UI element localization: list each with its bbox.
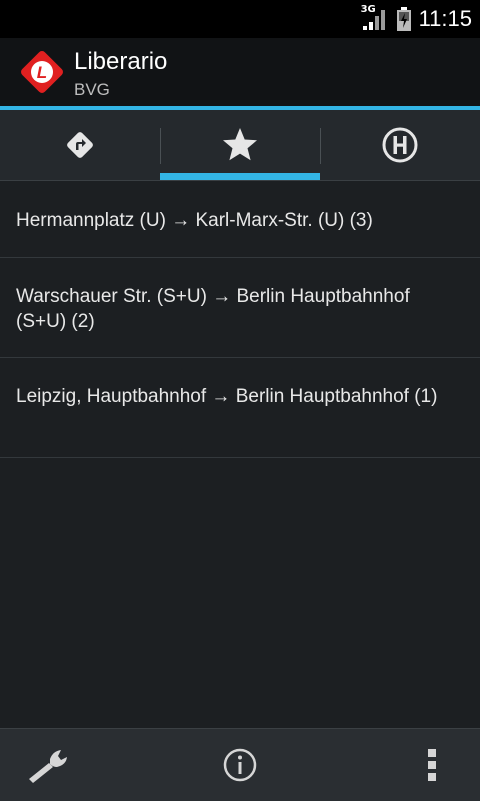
tab-bar <box>0 110 480 181</box>
signal-icon: 3G <box>360 4 389 32</box>
app-subtitle: BVG <box>74 80 110 99</box>
list-item[interactable]: Leipzig, Hauptbahnhof → Berlin Hauptbahn… <box>0 358 480 458</box>
list-item[interactable]: Warschauer Str. (S+U) → Berlin Hauptbahn… <box>0 258 480 358</box>
list-item-label: Hermannplatz (U) → Karl-Marx-Str. (U) (3… <box>16 210 373 231</box>
favourites-list: Hermannplatz (U) → Karl-Marx-Str. (U) (3… <box>0 181 480 458</box>
list-item[interactable]: Hermannplatz (U) → Karl-Marx-Str. (U) (3… <box>0 181 480 258</box>
app-title: Liberario <box>74 48 168 75</box>
status-clock: 11:15 <box>418 6 472 31</box>
overflow-menu-button[interactable] <box>408 743 456 787</box>
about-button[interactable] <box>216 743 264 787</box>
star-icon <box>223 128 257 161</box>
tab-favourites[interactable] <box>160 110 320 180</box>
bottom-bar <box>0 728 480 801</box>
wrench-icon <box>29 750 67 783</box>
tab-directions[interactable] <box>0 110 160 180</box>
tab-stations[interactable] <box>320 110 480 180</box>
list-item-label: Leipzig, Hauptbahnhof → Berlin Hauptbahn… <box>16 386 438 407</box>
overflow-menu-icon <box>428 749 436 781</box>
directions-icon <box>67 132 93 158</box>
svg-text:L: L <box>37 63 47 82</box>
settings-button[interactable] <box>24 743 72 787</box>
info-icon <box>223 748 257 782</box>
app-logo-icon[interactable]: L <box>18 48 66 96</box>
network-type: 3G <box>360 4 376 15</box>
action-bar: L Liberario BVG <box>0 38 480 106</box>
status-bar: 3G 11:15 <box>0 0 480 38</box>
battery-icon <box>396 7 411 31</box>
list-item-label: Warschauer Str. (S+U) → Berlin Hauptbahn… <box>16 286 410 332</box>
tab-selected-indicator <box>160 173 320 180</box>
bus-stop-icon <box>382 127 418 163</box>
